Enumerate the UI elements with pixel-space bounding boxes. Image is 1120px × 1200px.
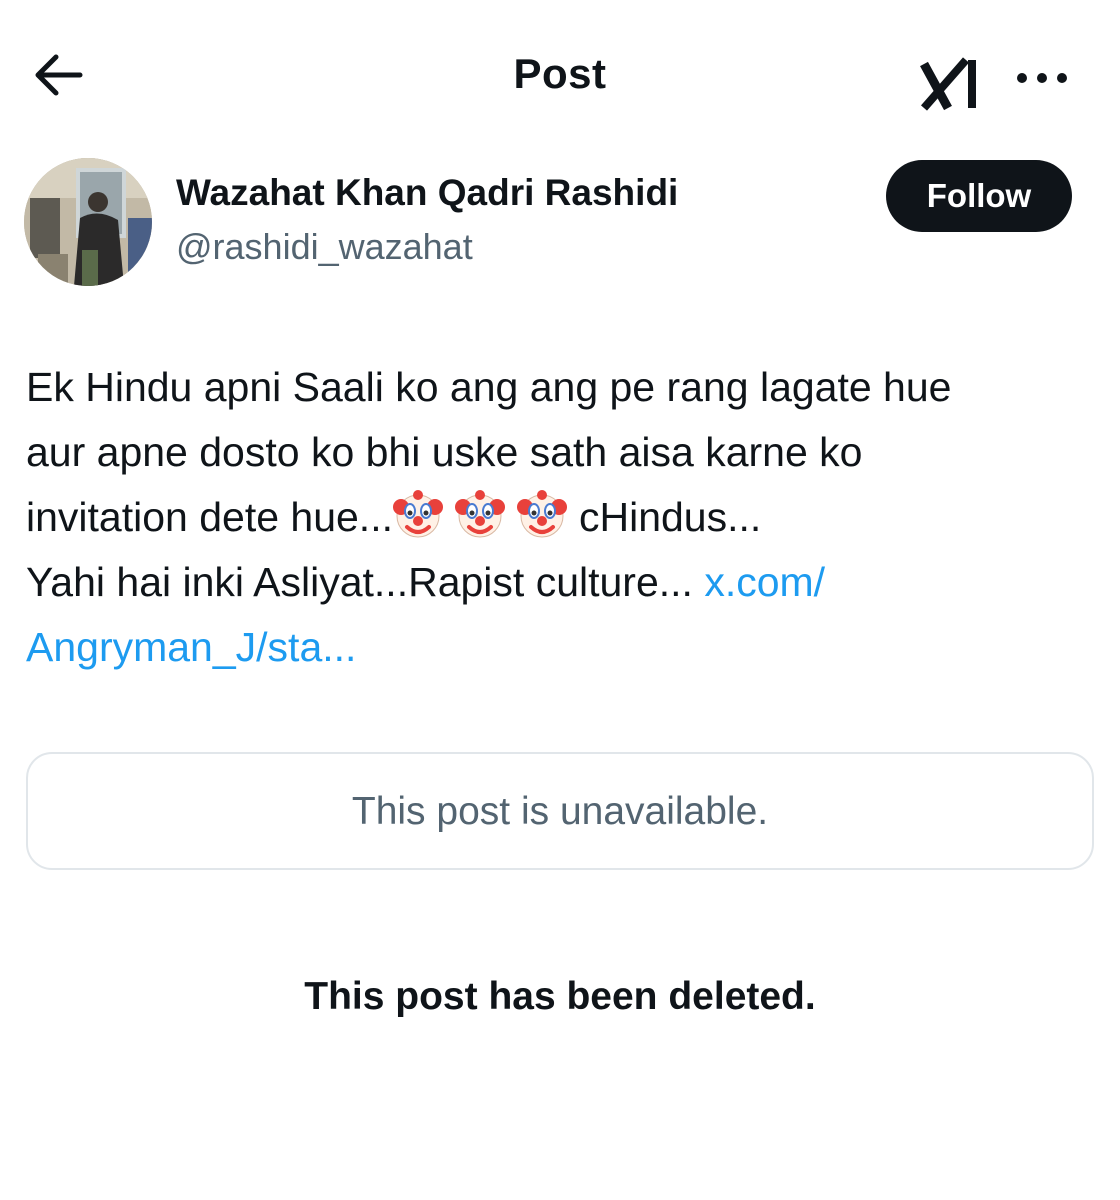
post-text-line: invitation dete hue... cHindus... [26,485,1106,550]
more-options-button[interactable] [1010,58,1074,98]
avatar[interactable] [24,158,152,286]
post-deleted-notice: This post has been deleted. [304,975,816,1018]
post-text-line: Angryman_J/sta... [26,615,1106,680]
grok-button[interactable] [918,52,986,112]
post-text-segment: invitation dete hue... [26,494,393,540]
author-handle[interactable]: @rashidi_wazahat [176,226,473,268]
avatar-photo [24,158,152,286]
clown-face-emoji-icon [516,490,567,538]
post-text: Ek Hindu apni Saali ko ang ang pe rang l… [26,355,1106,680]
quoted-post-unavailable-text: This post is unavailable. [351,790,769,833]
post-text-line: aur apne dosto ko bhi uske sath aisa kar… [26,429,863,475]
more-dots-icon [1017,73,1067,83]
top-bar: Post [0,0,1120,150]
post-text-line: Yahi hai inki Asliyat...Rapist culture..… [26,550,1106,615]
clown-face-emoji-icon [454,490,505,538]
clown-face-emoji-icon [392,490,443,538]
follow-button[interactable]: Follow [886,160,1072,232]
quoted-post-card[interactable]: This post is unavailable. [26,752,1094,870]
post-text-segment: cHindus... [578,494,762,540]
post-link[interactable]: x.com/ [704,559,825,605]
grok-logo-icon [920,57,976,111]
post-link-continued[interactable]: Angryman_J/sta... [26,624,356,670]
author-name[interactable]: Wazahat Khan Qadri Rashidi [176,172,678,214]
post-text-segment: Yahi hai inki Asliyat...Rapist culture..… [26,559,705,605]
post-text-line: Ek Hindu apni Saali ko ang ang pe rang l… [26,364,952,410]
